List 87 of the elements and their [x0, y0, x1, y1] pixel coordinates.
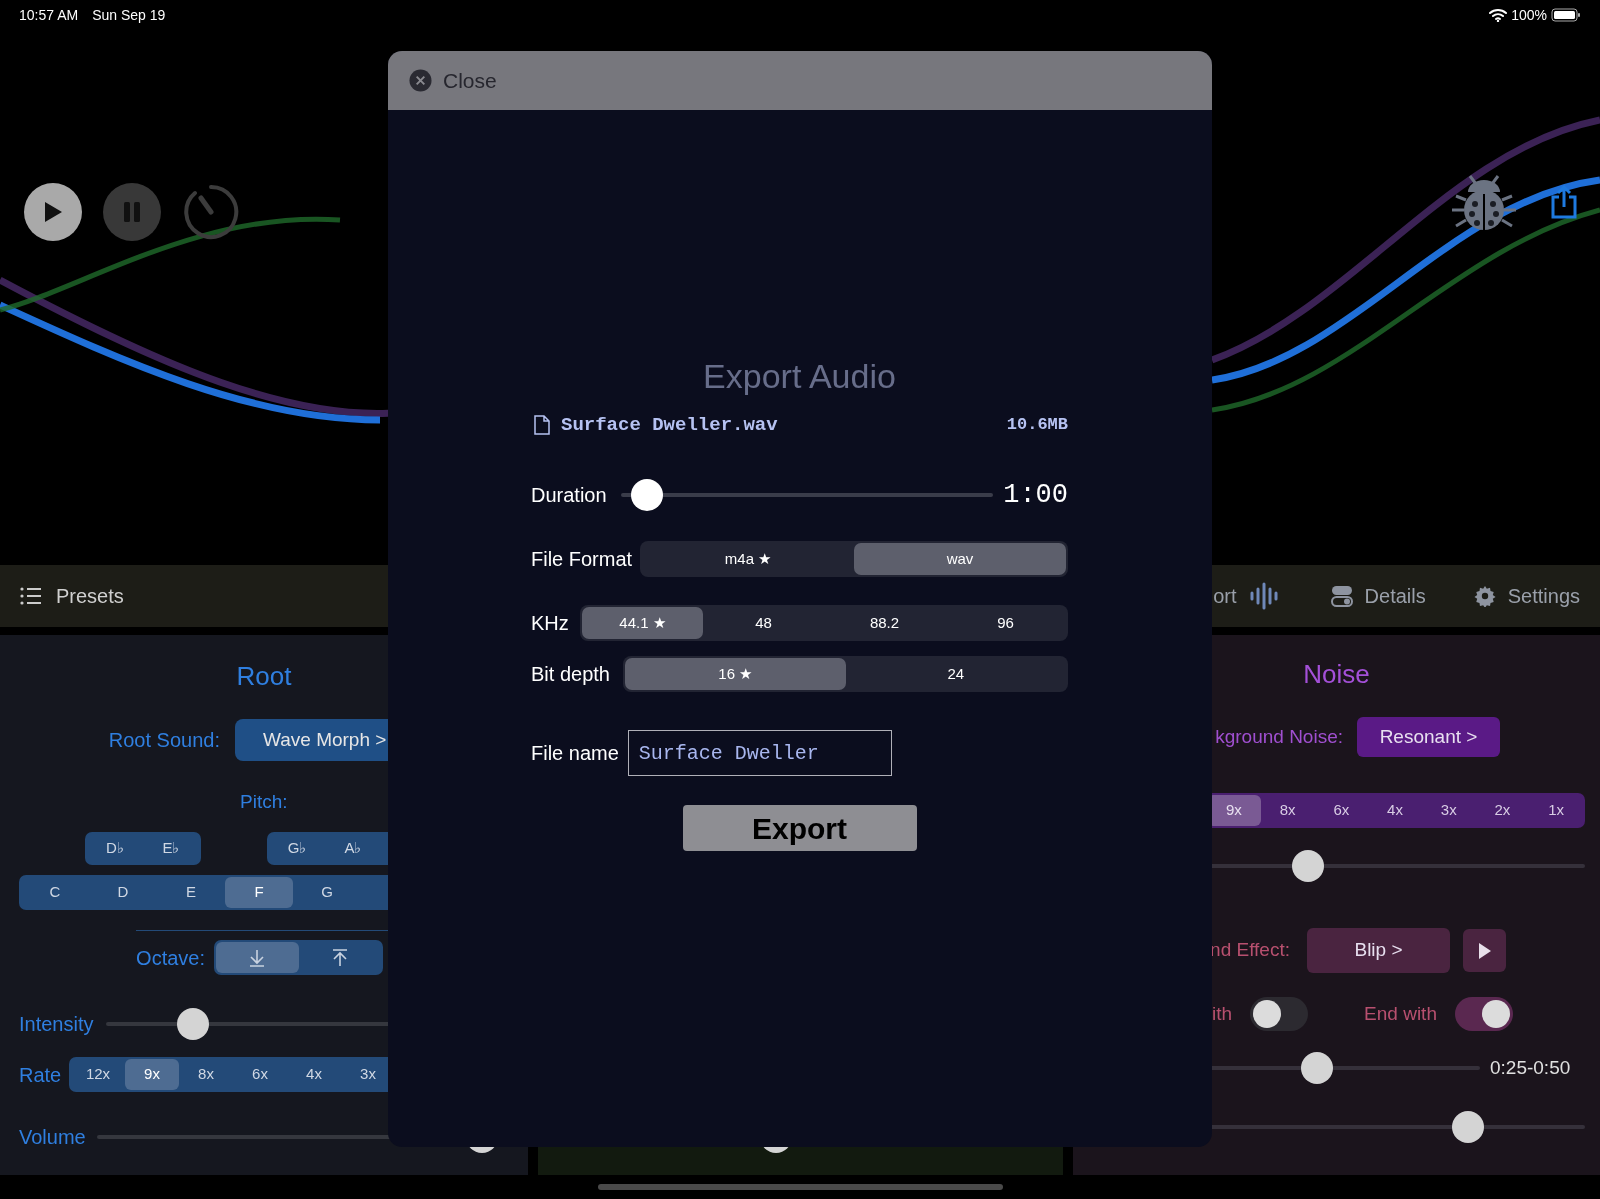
toolbar-tab[interactable]: Settings	[1473, 581, 1580, 611]
segment-button[interactable]: 8x	[179, 1059, 233, 1090]
play-icon	[1477, 941, 1492, 960]
segment-button[interactable]: E♭	[143, 834, 199, 863]
field-label: Intensity	[19, 1012, 95, 1037]
segment-button[interactable]: m4a ★	[642, 543, 854, 575]
segment-button[interactable]: 12x	[71, 1059, 125, 1090]
field-label: Octave:	[135, 945, 205, 971]
field-label: Rate	[19, 1062, 63, 1088]
segment-button[interactable]: G♭	[269, 834, 325, 863]
segment-button[interactable]: 96	[945, 607, 1066, 639]
segment-button[interactable]: 48	[703, 607, 824, 639]
play-button[interactable]	[24, 183, 82, 241]
toggle-switch[interactable]	[1454, 997, 1513, 1031]
toolbar-tab[interactable]: ort	[1213, 581, 1279, 611]
status-date: Sun Sep 19	[92, 5, 166, 25]
segment-button[interactable]: 88.2	[824, 607, 945, 639]
file-icon	[533, 415, 550, 435]
segment-button[interactable]: 8x	[1260, 795, 1315, 826]
file-name: Surface Dweller.wav	[561, 412, 778, 438]
segment-button[interactable]: 9x	[125, 1059, 179, 1090]
gear-icon	[1473, 585, 1496, 607]
field-label: Pitch:	[240, 790, 288, 810]
segment-button[interactable]: 3x	[341, 1059, 395, 1090]
toggles-icon	[1330, 585, 1353, 607]
file-size: 10.6MB	[1006, 414, 1068, 437]
field-label: ith	[1212, 1001, 1233, 1026]
slider-thumb[interactable]	[1452, 1111, 1485, 1143]
up-arrow-icon	[330, 948, 349, 967]
play-icon	[43, 201, 63, 223]
down-arrow-icon	[248, 948, 267, 967]
field-label: KHz	[531, 611, 570, 636]
segment-button[interactable]: 16 ★	[625, 658, 846, 690]
segment-button[interactable]: A♭	[325, 834, 381, 863]
field-label: Volume	[19, 1125, 87, 1150]
panel-title: Noise	[1303, 658, 1370, 691]
field-label: Bit depth	[531, 662, 611, 687]
segment-button[interactable]: D	[89, 877, 157, 908]
segment-button[interactable]: 24	[845, 658, 1066, 690]
waveform-icon	[1248, 581, 1279, 611]
segment-button[interactable]: D♭	[87, 834, 143, 863]
range-reading: 0:25-0:50	[1490, 1055, 1571, 1080]
play-button[interactable]	[1463, 929, 1506, 972]
slider-thumb[interactable]	[1291, 850, 1324, 882]
segment-button[interactable]: 1x	[1529, 795, 1584, 826]
field-label: Root Sound:	[107, 728, 220, 753]
segment-button[interactable]: 3x	[1421, 795, 1476, 826]
field-label: kground Noise:	[1214, 724, 1343, 749]
segment-button[interactable]: E	[157, 877, 225, 908]
segment-button[interactable]: wav	[854, 543, 1066, 575]
list-icon	[20, 587, 42, 605]
battery-percent: 100%	[1511, 5, 1547, 25]
panel-title: Root	[236, 660, 292, 693]
toggle-switch[interactable]	[1250, 997, 1309, 1031]
segment-button[interactable]: 4x	[1368, 795, 1422, 826]
slider-thumb[interactable]	[631, 479, 664, 511]
segment-button[interactable]: 6x	[1314, 795, 1369, 826]
wifi-icon	[1489, 8, 1508, 22]
file-name-field[interactable]: Surface Dweller	[627, 730, 892, 776]
close-button[interactable]: Close	[409, 64, 497, 97]
close-icon	[409, 69, 432, 92]
duration-reading: 1:00	[1003, 478, 1068, 512]
slider[interactable]	[621, 479, 993, 511]
segment-button[interactable]: 6x	[233, 1059, 287, 1090]
segment-button[interactable]: 2x	[1475, 795, 1530, 826]
slider-thumb[interactable]	[1300, 1052, 1333, 1084]
segment-button[interactable]: C	[21, 877, 89, 908]
segment-button[interactable]: F	[225, 877, 293, 908]
dialog-title: Export Audio	[703, 356, 896, 395]
segment-button[interactable]	[216, 942, 299, 973]
slider-thumb[interactable]	[176, 1008, 209, 1040]
segment-button[interactable]: 44.1 ★	[582, 607, 703, 639]
field-label: File name	[531, 741, 619, 766]
share-icon[interactable]	[1550, 184, 1578, 220]
field-label: End with	[1364, 1001, 1437, 1026]
field-label: File Format	[531, 547, 634, 572]
battery-icon	[1551, 8, 1581, 22]
effect-button[interactable]: Blip >	[1307, 928, 1450, 973]
segment-button[interactable]: G	[293, 877, 361, 908]
field-label: Duration	[531, 483, 608, 508]
segment-button[interactable]: 4x	[287, 1059, 341, 1090]
presets-button[interactable]: Presets	[20, 581, 124, 611]
toolbar-tab[interactable]: Details	[1330, 581, 1426, 611]
export-button[interactable]: Export	[682, 805, 917, 851]
pause-icon	[122, 201, 142, 223]
noise-button[interactable]: Resonant >	[1357, 717, 1500, 757]
status-time: 10:57 AM	[19, 5, 79, 25]
